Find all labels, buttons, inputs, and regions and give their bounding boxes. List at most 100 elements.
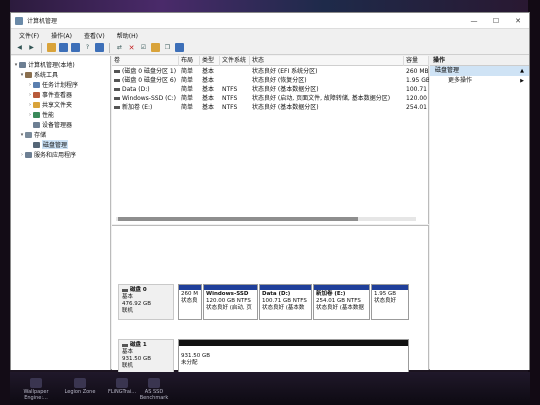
disk-1-label[interactable]: 磁盘 1 基本 931.50 GB 联机 — [118, 339, 174, 375]
cell-layout: 简单 — [181, 86, 194, 93]
cell-text: 新加卷 (E:) — [122, 104, 153, 111]
cell-capacity: 260 MB — [406, 68, 429, 75]
console-tree: ▾ 计算机管理(本地) ▾ 系统工具 › 任务计划程序 › 事件查看器 › 共享… — [11, 56, 111, 370]
back-arrow-icon[interactable]: ◀ — [15, 43, 24, 52]
partition-bar — [372, 285, 408, 290]
actions-header: 操作 — [430, 56, 529, 66]
disk-0-partition-0[interactable]: 260 M 状态良 — [178, 284, 202, 320]
forward-arrow-icon[interactable]: ▶ — [27, 43, 36, 52]
main-area: ▾ 计算机管理(本地) ▾ 系统工具 › 任务计划程序 › 事件查看器 › 共享… — [11, 56, 529, 375]
window-controls: — ☐ ✕ — [463, 13, 529, 28]
volume-row[interactable]: (磁盘 0 磁盘分区 6) 简单 基本 状态良好 (恢复分区) 1.95 GB — [112, 76, 429, 85]
partition-bar — [314, 285, 369, 290]
cell-volume: (磁盘 0 磁盘分区 1) — [112, 67, 179, 76]
close-button[interactable]: ✕ — [507, 13, 529, 28]
partition-size: 254.01 GB NTFS — [316, 298, 361, 304]
cell-type: 基本 — [202, 77, 215, 84]
cell-volume: Data (D:) — [112, 85, 179, 94]
tree-node-shared-folders[interactable]: › 共享文件夹 — [27, 100, 72, 109]
cell-filesystem: NTFS — [222, 104, 238, 111]
column-header-status[interactable]: 状态 — [250, 56, 404, 66]
partition-size: 931.50 GB — [181, 353, 211, 359]
device-icon — [33, 121, 40, 128]
cell-text: (磁盘 0 磁盘分区 1) — [122, 68, 177, 75]
cell-capacity: 1.95 GB — [406, 77, 429, 84]
menu-view[interactable]: 查看(V) — [78, 31, 111, 40]
connect-icon[interactable]: ⇄ — [115, 43, 124, 52]
column-header-layout[interactable]: 布局 — [179, 56, 200, 66]
action-more-actions[interactable]: 更多操作 ▶ — [430, 76, 529, 86]
tree-node-event-viewer[interactable]: › 事件查看器 — [27, 90, 72, 99]
volume-row[interactable]: 新加卷 (E:) 简单 基本 NTFS 状态良好 (基本数据分区) 254.01 — [112, 103, 429, 112]
tree-node-storage[interactable]: ▾ 存储 — [19, 130, 46, 139]
disk-0-partition-1[interactable]: Windows-SSD 120.00 GB NTFS 状态良好 (启动, 页 — [203, 284, 258, 320]
taskbar-label-2: Benchmark — [139, 395, 169, 401]
maximize-button[interactable]: ☐ — [485, 13, 507, 28]
computer-icon — [19, 61, 26, 68]
disk-1-unallocated[interactable]: 931.50 GB 未分配 — [178, 339, 409, 375]
tree-node-task-scheduler[interactable]: › 任务计划程序 — [27, 80, 78, 89]
menu-action[interactable]: 操作(A) — [45, 31, 78, 40]
tree-label: 性能 — [42, 112, 55, 119]
volume-row[interactable]: (磁盘 0 磁盘分区 1) 简单 基本 状态良好 (EFI 系统分区) 260 MB — [112, 67, 429, 76]
tree-node-disk-management[interactable]: 磁盘管理 — [27, 140, 69, 149]
actions-group-disk-management[interactable]: 磁盘管理 ▲ — [430, 66, 529, 76]
taskbar-item-legion-zone[interactable]: Legion Zone — [60, 378, 100, 395]
menu-file[interactable]: 文件(F) — [13, 31, 45, 40]
tree-node-device-manager[interactable]: 设备管理器 — [27, 120, 72, 129]
partition-status: 状态良好 (启动, 页 — [206, 305, 252, 311]
collapse-arrow-icon[interactable]: ▲ — [520, 66, 524, 76]
column-header-volume[interactable]: 卷 — [112, 56, 179, 66]
disk-name: 磁盘 0 — [130, 287, 147, 293]
partition-status: 状态良好 (基本数据 — [316, 305, 364, 311]
clock-icon — [33, 81, 40, 88]
taskbar-item-wallpaper-engine[interactable]: Wallpaper Engine:... — [16, 378, 56, 401]
help-icon[interactable]: ? — [83, 43, 92, 52]
column-header-capacity[interactable]: 容量 — [404, 56, 429, 66]
tree-node-performance[interactable]: › 性能 — [27, 110, 54, 119]
up-folder-icon[interactable] — [47, 43, 56, 52]
partition-bar — [204, 285, 257, 290]
disk-0-partition-4[interactable]: 1.95 GB 状态良好 — [371, 284, 409, 320]
partition-text: 931.50 GB 未分配 — [181, 353, 210, 367]
partition-text: 260 M 状态良 — [181, 291, 198, 305]
volume-row[interactable]: Data (D:) 简单 基本 NTFS 状态良好 (基本数据分区) 100.71 — [112, 85, 429, 94]
tree-node-computer-management[interactable]: ▾ 计算机管理(本地) — [13, 60, 75, 69]
show-hide-tree-icon[interactable] — [59, 43, 68, 52]
volume-icon — [114, 88, 120, 91]
disk-0-partition-2[interactable]: Data (D:) 100.71 GB NTFS 状态良好 (基本数 — [259, 284, 312, 320]
search-folder-icon[interactable] — [151, 43, 160, 52]
minimize-button[interactable]: — — [463, 13, 485, 28]
action-label: 更多操作 — [448, 77, 473, 84]
column-header-filesystem[interactable]: 文件系统 — [220, 56, 250, 66]
disk-0-label[interactable]: 磁盘 0 基本 476.92 GB 联机 — [118, 284, 174, 320]
disk-icon — [33, 141, 40, 148]
tree-node-services-apps[interactable]: › 服务和应用程序 — [19, 150, 76, 159]
as-ssd-icon — [148, 378, 160, 388]
folder-icon — [33, 101, 40, 108]
partition-size: 120.00 GB NTFS — [206, 298, 251, 304]
volume-row[interactable]: Windows-SSD (C:) 简单 基本 NTFS 状态良好 (启动, 页面文件, … — [112, 94, 429, 103]
properties-icon[interactable] — [71, 43, 80, 52]
computer-management-window: 计算机管理 — ☐ ✕ 文件(F) 操作(A) 查看(V) 帮助(H) ◀ ▶ … — [10, 12, 530, 375]
disk-type: 基本 — [122, 294, 134, 300]
column-header-type[interactable]: 类型 — [200, 56, 220, 66]
disk-0-partition-3[interactable]: 新加卷 (E:) 254.01 GB NTFS 状态良好 (基本数据 — [313, 284, 370, 320]
horizontal-scrollbar[interactable] — [116, 217, 416, 221]
tree-node-system-tools[interactable]: ▾ 系统工具 — [19, 70, 58, 79]
submenu-arrow-icon: ▶ — [520, 78, 524, 84]
partition-name: Data (D:) — [262, 291, 291, 297]
console-icon[interactable] — [95, 43, 104, 52]
taskbar-item-as-ssd[interactable]: AS SSD Benchmark — [134, 378, 174, 401]
copy-icon[interactable]: ❐ — [163, 43, 172, 52]
disk-type: 基本 — [122, 349, 134, 355]
cell-volume: (磁盘 0 磁盘分区 6) — [112, 76, 179, 85]
partition-name: Windows-SSD — [206, 291, 249, 297]
menu-help[interactable]: 帮助(H) — [111, 31, 144, 40]
disk-view-icon[interactable] — [175, 43, 184, 52]
cell-text: Windows-SSD (C:) — [122, 95, 176, 102]
tree-label: 计算机管理(本地) — [28, 62, 75, 69]
scrollbar-thumb[interactable] — [118, 217, 358, 221]
delete-icon[interactable]: ✕ — [127, 43, 136, 52]
check-icon[interactable]: ☑ — [139, 43, 148, 52]
